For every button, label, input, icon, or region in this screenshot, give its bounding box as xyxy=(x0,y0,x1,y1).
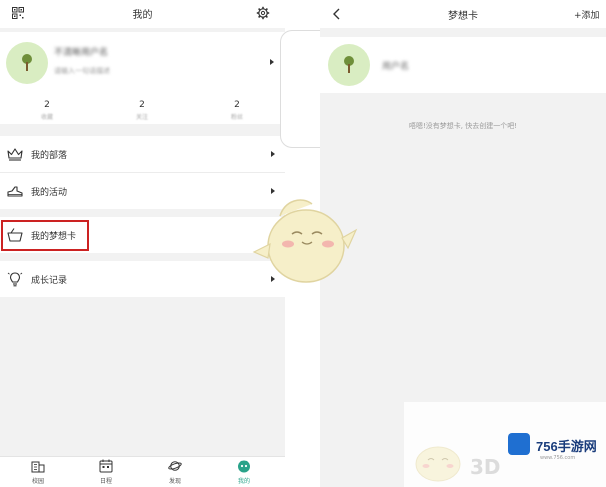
menu-label: 我的部落 xyxy=(31,151,68,161)
calendar-icon xyxy=(99,459,113,473)
avatar[interactable] xyxy=(6,42,48,84)
building-icon xyxy=(31,461,45,473)
page-title: 我的 xyxy=(132,10,153,21)
tree-icon xyxy=(344,56,354,73)
stat-1[interactable]: 2 收藏 xyxy=(27,100,67,121)
side-panel-edge xyxy=(280,30,320,148)
tab-label: 校园 xyxy=(31,478,44,485)
crown-icon xyxy=(7,148,23,161)
tab-label: 日程 xyxy=(99,478,112,485)
menu-group-3: 成长记录 xyxy=(0,261,285,297)
header: 梦想卡 +添加 xyxy=(320,0,606,28)
stat-value: 2 xyxy=(234,100,240,110)
avatar xyxy=(328,44,370,86)
dream-card-item[interactable]: 用户名 xyxy=(320,37,606,93)
brand-logo-icon xyxy=(508,433,530,455)
menu-item-tribe[interactable]: 我的部落 xyxy=(0,136,285,172)
tree-icon xyxy=(22,54,32,71)
tab-campus[interactable]: 校园 xyxy=(18,459,58,485)
stat-label: 收藏 xyxy=(40,114,53,121)
lightbulb-icon xyxy=(7,272,23,287)
menu-item-growth[interactable]: 成长记录 xyxy=(0,261,285,297)
profile-card[interactable]: 不清晰用户名 请输入一句话描述 2 收藏 2 关注 2 粉丝 xyxy=(0,32,285,124)
chevron-right-icon xyxy=(270,59,274,65)
mascot-icon xyxy=(252,199,358,283)
stat-value: 2 xyxy=(44,100,50,110)
tab-discover[interactable]: 发现 xyxy=(155,459,195,485)
add-button[interactable]: +添加 xyxy=(574,8,600,21)
profile-name: 不清晰用户名 xyxy=(54,48,109,58)
watermark-mascot-icon xyxy=(415,446,461,482)
tab-label: 发现 xyxy=(168,478,181,485)
watermark-overlay-text: 3D xyxy=(470,455,501,479)
shoe-icon xyxy=(7,186,23,197)
tab-label: 我的 xyxy=(237,478,250,485)
mascot-icon xyxy=(238,460,250,473)
tab-mine[interactable]: 我的 xyxy=(224,459,264,485)
stat-3[interactable]: 2 粉丝 xyxy=(217,100,257,121)
menu-group-1: 我的部落 我的活动 xyxy=(0,136,285,209)
chevron-right-icon xyxy=(271,151,275,157)
stat-2[interactable]: 2 关注 xyxy=(122,100,162,121)
brand-url: www.756.com xyxy=(540,455,576,461)
stat-value: 2 xyxy=(139,100,145,110)
gear-icon[interactable] xyxy=(256,6,270,20)
planet-icon xyxy=(168,461,182,471)
brand-name: 756手游网 xyxy=(536,439,597,454)
empty-state-text: 唔嗯!没有梦想卡, 快去创建一个吧! xyxy=(408,122,518,130)
highlight-annotation xyxy=(1,220,89,251)
menu-label: 我的活动 xyxy=(31,188,68,198)
menu-item-activity[interactable]: 我的活动 xyxy=(0,173,285,209)
menu-label: 成长记录 xyxy=(31,276,68,286)
tab-schedule[interactable]: 日程 xyxy=(86,459,126,485)
profile-signature: 请输入一句话描述 xyxy=(54,67,110,75)
card-user-name: 用户名 xyxy=(382,62,410,72)
left-screen: 我的 不清晰用户名 请输入一句话描述 2 收藏 2 关注 2 粉丝 我的部落 我… xyxy=(0,0,285,487)
header: 我的 xyxy=(0,0,285,28)
page-title: 梦想卡 xyxy=(448,11,478,22)
stat-label: 关注 xyxy=(135,114,148,121)
stat-label: 粉丝 xyxy=(230,114,243,121)
bottom-tab-bar: 校园 日程 发现 我的 xyxy=(0,456,285,487)
